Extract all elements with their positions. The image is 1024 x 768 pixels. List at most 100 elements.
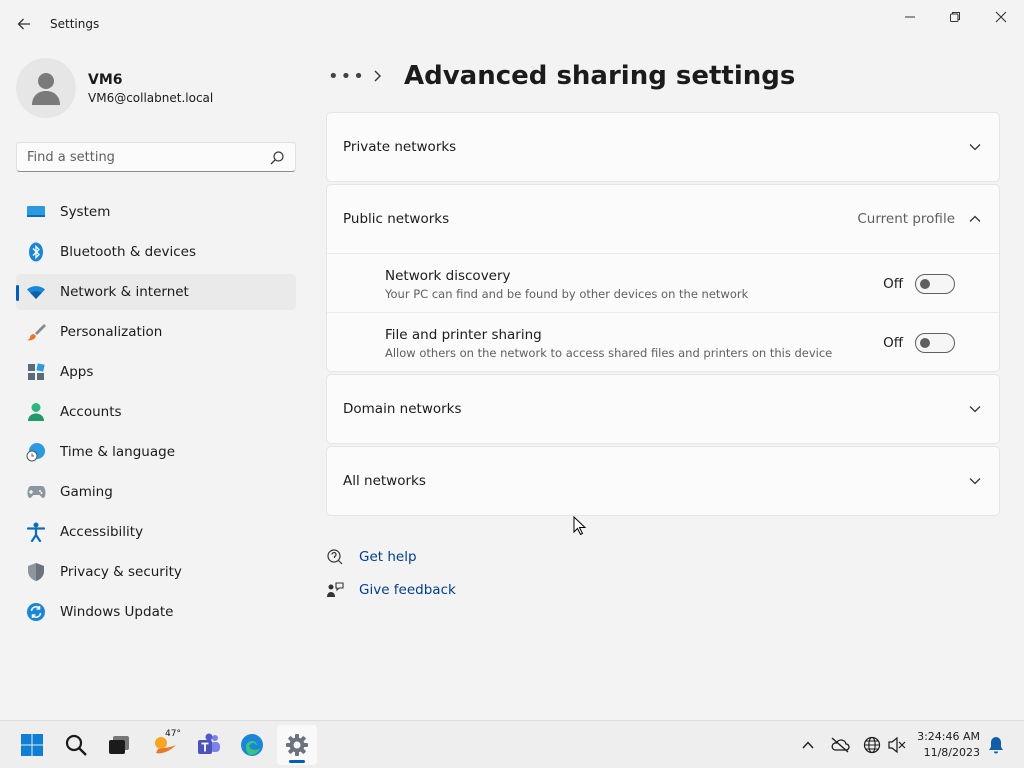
globe-clock-icon [26,442,46,462]
section-title: Private networks [343,139,457,155]
task-view-button[interactable] [99,725,139,765]
give-feedback-link[interactable]: Give feedback [359,582,456,598]
sidebar-item-gaming[interactable]: Gaming [16,474,296,510]
close-button[interactable] [986,6,1016,28]
section-title: Public networks [343,211,450,227]
network-discovery-row: Network discovery Your PC can find and b… [327,253,999,312]
brush-icon [26,322,46,342]
sidebar-item-time-language[interactable]: Time & language [16,434,296,470]
sidebar-item-network[interactable]: Network & internet [16,274,296,310]
teams-icon [198,733,220,754]
apps-icon [26,362,46,382]
update-icon [26,602,46,622]
clock-date[interactable]: 11/8/2023 [924,746,980,759]
restore-icon [950,12,960,22]
chevron-down-icon[interactable] [967,139,983,155]
person-icon [26,402,46,422]
sidebar-item-label: Bluetooth & devices [60,244,197,260]
windows-logo-icon [21,734,43,756]
current-profile-label: Current profile [857,211,955,227]
section-title: All networks [343,473,426,489]
toggle-knob [920,338,930,348]
toggle-state-label: Off [883,335,903,351]
teams-app[interactable] [189,725,229,765]
sidebar-item-label: System [60,204,111,220]
public-networks-header[interactable]: Public networks Current profile [327,185,999,253]
domain-networks-header[interactable]: Domain networks [327,375,999,443]
sidebar-item-personalization[interactable]: Personalization [16,314,296,350]
profile-email: VM6@collabnet.local [88,91,214,105]
taskbar: 47° 3:24:46 AM 11/8/2023 [0,720,1024,768]
sidebar-item-system[interactable]: System [16,194,296,230]
sidebar-item-windows-update[interactable]: Windows Update [16,594,296,630]
file-printer-sharing-toggle[interactable] [915,333,955,353]
gear-icon [286,734,308,756]
chevron-up-icon[interactable] [967,211,983,227]
task-view-icon [109,736,129,754]
get-help-link-row[interactable]: Get help [326,548,417,566]
sidebar-item-label: Network & internet [60,284,189,300]
sidebar-item-privacy[interactable]: Privacy & security [16,554,296,590]
chevron-up-icon [802,741,814,749]
accessibility-icon [26,522,46,542]
setting-description: Allow others on the network to access sh… [385,346,833,360]
minimize-icon [905,16,915,18]
give-feedback-link-row[interactable]: Give feedback [326,581,456,599]
setting-title: Network discovery [385,268,511,284]
avatar[interactable] [16,58,76,118]
weather-temperature: 47° [165,729,181,739]
search-input[interactable] [17,143,295,171]
arrow-left-icon [17,18,30,30]
sidebar-item-label: Apps [60,364,94,380]
chevron-down-icon[interactable] [967,401,983,417]
mouse-pointer-icon [573,516,587,536]
back-button[interactable] [14,14,34,34]
cloud-off-icon [831,737,850,753]
sidebar-item-accessibility[interactable]: Accessibility [16,514,296,550]
get-help-link[interactable]: Get help [359,549,417,565]
settings-app[interactable] [277,725,317,765]
network-tray-icon[interactable] [862,735,882,755]
wifi-icon [26,282,46,302]
sidebar-item-label: Time & language [60,444,176,460]
sidebar-item-accounts[interactable]: Accounts [16,394,296,430]
profile-name: VM6 [88,72,123,88]
sidebar-item-label: Accessibility [60,524,144,540]
user-silhouette-icon [32,73,60,105]
title-bar: Settings [0,0,1024,48]
chevron-down-icon[interactable] [967,473,983,489]
shield-icon [26,562,46,582]
notifications-button[interactable] [986,735,1006,755]
start-button[interactable] [12,725,52,765]
domain-networks-card: Domain networks [326,374,1000,444]
section-title: Domain networks [343,401,462,417]
sidebar-item-bluetooth[interactable]: Bluetooth & devices [16,234,296,270]
edge-app[interactable] [232,725,272,765]
minimize-button[interactable] [895,6,925,28]
show-hidden-icons-button[interactable] [798,735,818,755]
edge-browser-icon [241,734,263,756]
toggle-state-label: Off [883,276,903,292]
search-icon[interactable] [269,150,285,166]
private-networks-card: Private networks [326,112,1000,182]
app-title: Settings [50,17,100,31]
sidebar-item-label: Personalization [60,324,163,340]
bell-icon [989,737,1003,754]
search-box[interactable] [16,142,296,172]
all-networks-header[interactable]: All networks [327,447,999,515]
breadcrumb: ••• Advanced sharing settings [328,58,795,94]
taskbar-search-button[interactable] [56,725,96,765]
volume-tray-icon[interactable] [887,735,907,755]
onedrive-tray-icon[interactable] [830,735,850,755]
restore-button[interactable] [940,6,970,28]
help-chat-icon [326,548,344,566]
speaker-muted-icon [888,736,906,754]
clock-time[interactable]: 3:24:46 AM [917,730,980,743]
network-discovery-toggle[interactable] [915,274,955,294]
breadcrumb-more-button[interactable]: ••• [328,66,364,87]
search-icon [65,734,87,756]
sidebar-item-label: Privacy & security [60,564,182,580]
sidebar-item-apps[interactable]: Apps [16,354,296,390]
private-networks-header[interactable]: Private networks [327,113,999,181]
sidebar-item-label: Gaming [60,484,113,500]
